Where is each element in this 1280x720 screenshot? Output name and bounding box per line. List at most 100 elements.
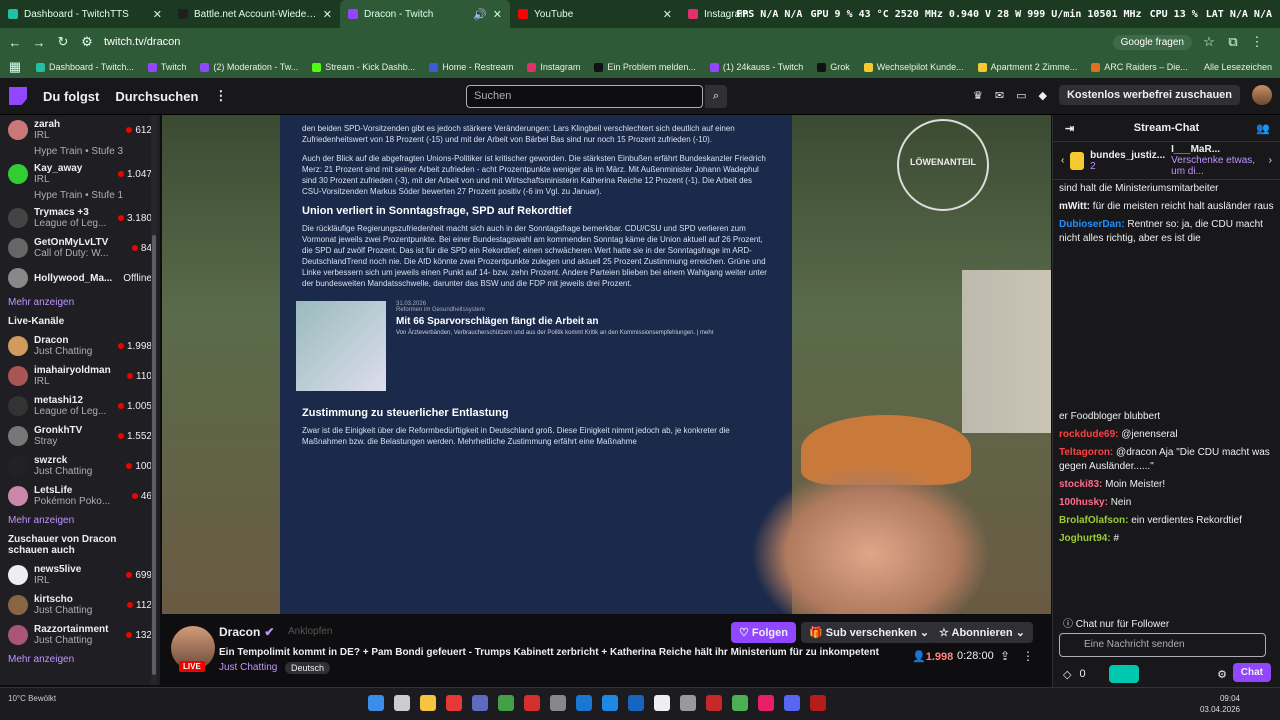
bookmark-item[interactable]: ARC Raiders – Die... [1091, 62, 1188, 72]
sidebar-channel[interactable]: swzrck Just Chatting 100 [0, 451, 160, 481]
share-icon[interactable]: ⇪ [1000, 649, 1010, 663]
app-icon[interactable] [758, 695, 774, 711]
bits-icon[interactable]: ◆ [1038, 89, 1046, 102]
app-icon[interactable] [810, 695, 826, 711]
discord-icon[interactable] [784, 695, 800, 711]
chat-input[interactable]: Eine Nachricht senden [1059, 633, 1266, 657]
sidebar-channel[interactable]: kirtscho Just Chatting 112 [0, 590, 160, 620]
tab-dracon[interactable]: Dracon - Twitch 🔊 ✕ [340, 0, 510, 28]
show-more-link[interactable]: Mehr anzeigen [0, 293, 160, 312]
sidebar-channel[interactable]: Trymacs +3 League of Leg... 3.180 [0, 203, 160, 233]
tab-dashboard[interactable]: Dashboard - TwitchTTS ✕ [0, 0, 170, 28]
app-icon[interactable] [524, 695, 540, 711]
sidebar-channel[interactable]: news5live IRL 699 [0, 560, 160, 590]
bookmark-item[interactable]: Stream - Kick Dashb... [312, 62, 415, 72]
avatar[interactable] [1252, 85, 1272, 105]
sidebar-channel[interactable]: LetsLife Pokémon Poko... 46 [0, 481, 160, 511]
steam-icon[interactable] [628, 695, 644, 711]
channel-points-icon[interactable]: ◇ [1063, 668, 1071, 681]
collapse-chat-icon[interactable]: ⇥ [1065, 122, 1074, 135]
sidebar-channel[interactable]: Dracon Just Chatting 1.998 [0, 331, 160, 361]
extension-icon[interactable]: ⧉ [1226, 34, 1240, 50]
more-options-icon[interactable]: ⋮ [1022, 649, 1034, 663]
category-link[interactable]: Just Chatting [219, 662, 277, 673]
bookmark-item[interactable]: Wechselpilot Kunde... [863, 62, 964, 72]
reload-icon[interactable]: ↻ [56, 34, 70, 50]
follow-button[interactable]: ♡ Folgen [731, 622, 796, 643]
app-icon[interactable] [706, 695, 722, 711]
search-icon[interactable]: ⌕ [705, 85, 727, 108]
explorer-icon[interactable] [420, 695, 436, 711]
more-icon[interactable]: ⋮ [214, 88, 227, 104]
tab-battlenet[interactable]: Battle.net Account-Wiederherst ✕ [170, 0, 340, 28]
sidebar-channel[interactable]: metashi12 League of Leg... 1.005 [0, 391, 160, 421]
app-icon[interactable] [498, 695, 514, 711]
inbox-icon[interactable]: ✉ [995, 89, 1004, 102]
scrollbar-thumb[interactable] [152, 235, 156, 675]
app-icon[interactable] [654, 695, 670, 711]
sidebar-scrollbar[interactable] [151, 115, 157, 685]
bookmark-item[interactable]: (2) Moderation - Tw... [200, 62, 298, 72]
tab-youtube[interactable]: YouTube ✕ [510, 0, 680, 28]
show-more-link[interactable]: Mehr anzeigen [0, 650, 160, 669]
subscribe-button[interactable]: ☆ Abonnieren ⌄ [931, 622, 1033, 643]
ad-free-button[interactable]: Kostenlos werbefrei zuschauen [1058, 85, 1240, 105]
app-icon[interactable] [680, 695, 696, 711]
app-icon[interactable] [602, 695, 618, 711]
bookmark-item[interactable]: Twitch [147, 62, 186, 72]
settings-icon[interactable]: ⚙ [1217, 668, 1227, 681]
forward-icon[interactable]: → [32, 35, 46, 50]
whispers-icon[interactable]: ▭ [1016, 89, 1026, 102]
app-icon[interactable] [472, 695, 488, 711]
sidebar-channel[interactable]: zarah IRL 612 [0, 115, 160, 145]
start-icon[interactable] [368, 695, 384, 711]
send-chat-button[interactable]: Chat [1232, 663, 1271, 682]
notify-button[interactable]: Anklopfen [288, 626, 332, 637]
sidebar-channel[interactable]: GetOnMyLvLTV Call of Duty: W... 84 [0, 233, 160, 263]
bookmark-item[interactable]: Dashboard - Twitch... [36, 62, 134, 72]
chrome-icon[interactable] [732, 695, 748, 711]
close-tab-icon[interactable]: ✕ [663, 8, 672, 21]
mute-icon[interactable]: 🔊 [473, 8, 487, 21]
sidebar-channel[interactable]: Kay_away IRL 1.047 [0, 159, 160, 189]
back-icon[interactable]: ← [8, 35, 22, 50]
bookmark-item[interactable]: Grok [817, 62, 850, 72]
sidebar-channel[interactable]: Razzortainment Just Chatting 132 [0, 620, 160, 650]
search-input[interactable]: Suchen [466, 85, 703, 108]
bookmark-item[interactable]: Instagram [527, 62, 580, 72]
site-info-icon[interactable]: ⚙ [80, 34, 94, 50]
system-clock[interactable]: 09:04 03.04.2026 [1200, 693, 1240, 715]
bookmark-item[interactable]: Ein Problem melden... [594, 62, 696, 72]
show-more-link[interactable]: Mehr anzeigen [0, 511, 160, 530]
weather-widget[interactable]: 10°C Bewölkt [8, 694, 56, 703]
sidebar-channel[interactable]: imahairyoldman IRL 110 [0, 361, 160, 391]
chevron-right-icon[interactable]: › [1269, 155, 1272, 166]
channel-name[interactable]: Dracon ✔ [219, 625, 274, 639]
bookmark-item[interactable]: (1) 24kauss - Twitch [709, 62, 803, 72]
bookmark-item[interactable]: Apartment 2 Zimme... [977, 62, 1077, 72]
app-icon[interactable] [550, 695, 566, 711]
gift-sub-button[interactable]: 🎁 Sub verschenken ⌄ [801, 622, 938, 643]
menu-icon[interactable]: ⋮ [1250, 34, 1264, 50]
bonus-chest-icon[interactable] [1109, 665, 1139, 683]
google-ask-button[interactable]: Google fragen [1112, 34, 1192, 50]
sidebar-channel[interactable]: Hollywood_Ma... Offline [0, 263, 160, 293]
close-tab-icon[interactable]: ✕ [493, 8, 502, 21]
twitch-logo-icon[interactable] [9, 87, 27, 105]
all-bookmarks[interactable]: Alle Lesezeichen [1204, 62, 1280, 72]
users-icon[interactable]: 👥 [1256, 122, 1270, 135]
url-field[interactable]: twitch.tv/dracon [104, 36, 1103, 48]
apps-icon[interactable]: ▦ [8, 59, 22, 75]
prime-icon[interactable]: ♛ [973, 89, 983, 102]
app-icon[interactable] [446, 695, 462, 711]
nav-browse[interactable]: Durchsuchen [115, 89, 198, 104]
chevron-left-icon[interactable]: ‹ [1061, 155, 1064, 166]
video-player[interactable]: den beiden SPD-Vorsitzenden gibt es jedo… [162, 115, 1051, 614]
nav-following[interactable]: Du folgst [43, 89, 99, 104]
language-tag[interactable]: Deutsch [285, 662, 331, 674]
search-icon[interactable] [394, 695, 410, 711]
gift-leaderboard[interactable]: ‹ bundes_justiz... 2 I___MaR... Verschenke… [1053, 142, 1280, 180]
bookmark-star-icon[interactable]: ☆ [1202, 34, 1216, 50]
close-tab-icon[interactable]: ✕ [153, 8, 162, 21]
sidebar-channel[interactable]: GronkhTV Stray 1.552 [0, 421, 160, 451]
